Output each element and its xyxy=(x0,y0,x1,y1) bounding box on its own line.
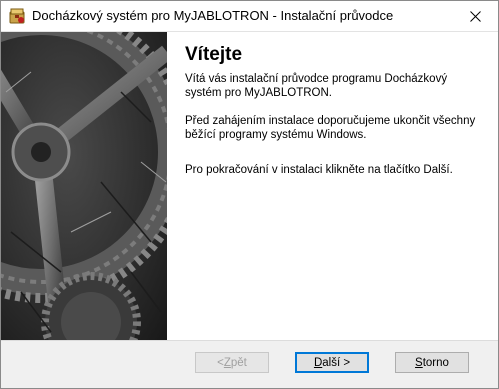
gear-artwork xyxy=(1,32,167,340)
welcome-text: Vítá vás instalační průvodce programu Do… xyxy=(185,73,448,99)
close-icon xyxy=(469,10,481,22)
cancel-button-label-post: torno xyxy=(422,356,449,369)
continue-instruction-text: Pro pokračování v instalaci klikněte na … xyxy=(185,164,453,176)
title-bar[interactable]: Docházkový systém pro MyJABLOTRON - Inst… xyxy=(1,1,498,32)
back-button-label-post: pět xyxy=(230,356,247,369)
back-button-label-accel: Z xyxy=(223,356,231,369)
back-button-label-pre: < xyxy=(217,356,224,369)
page-title: Vítejte xyxy=(185,44,243,65)
next-button-label-accel: D xyxy=(313,356,323,369)
cancel-button[interactable]: Storno xyxy=(395,352,469,373)
installer-window: Docházkový systém pro MyJABLOTRON - Inst… xyxy=(0,0,499,389)
window-title: Docházkový systém pro MyJABLOTRON - Inst… xyxy=(32,8,394,23)
next-button-label-post: alší > xyxy=(322,356,351,369)
welcome-panel: Vítejte Vítá vás instalační průvodce pro… xyxy=(173,32,493,340)
back-button[interactable]: < Zpět xyxy=(195,352,269,373)
close-programs-text: Před zahájením instalace doporučujeme uk… xyxy=(185,115,476,141)
installer-icon xyxy=(9,8,25,24)
button-bar: < Zpět Další > Storno xyxy=(1,340,498,388)
next-button[interactable]: Další > xyxy=(295,352,369,373)
close-button[interactable] xyxy=(452,1,498,31)
cancel-button-label-accel: S xyxy=(415,356,423,369)
